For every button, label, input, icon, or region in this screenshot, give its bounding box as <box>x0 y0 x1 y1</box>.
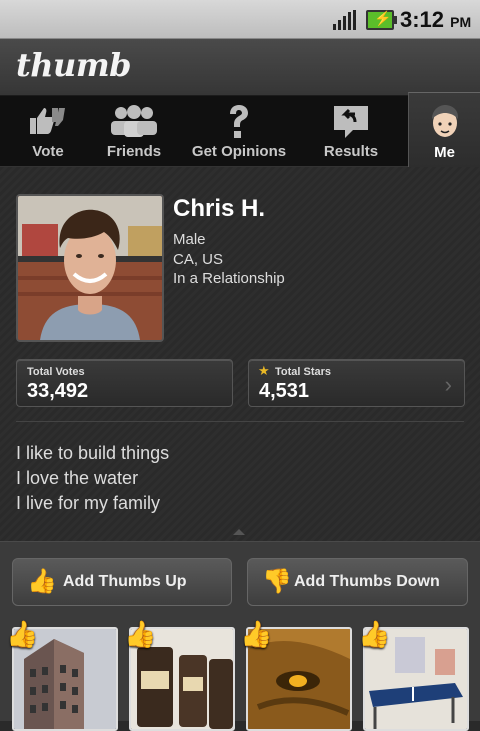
me-icon <box>431 105 458 137</box>
tab-bar: Vote Friends Get Opinions Results Me <box>0 92 480 167</box>
expand-caret-icon[interactable] <box>233 529 245 535</box>
total-votes-box: Total Votes 33,492 <box>16 359 233 407</box>
thumbs-up-badge-icon: 👍 <box>240 619 273 649</box>
app-logo: thumb <box>16 46 132 84</box>
app-bar: thumb <box>0 39 480 96</box>
profile-gender: Male <box>173 231 206 248</box>
thumbs-up-badge-icon: 👍 <box>358 619 391 649</box>
profile-photo-image <box>18 196 162 340</box>
bio-line: I like to build things <box>16 443 170 463</box>
divider <box>16 421 464 422</box>
results-icon <box>334 106 368 138</box>
profile-relationship: In a Relationship <box>173 270 285 287</box>
tab-vote[interactable]: Vote <box>0 96 96 166</box>
thumbs-down-icon: 👎 <box>262 568 292 595</box>
add-thumbs-down-label: Add Thumbs Down <box>294 573 440 590</box>
vote-icon <box>30 108 65 134</box>
add-thumbs-down-button[interactable]: 👎 Add Thumbs Down <box>247 558 468 606</box>
tab-me-label: Me <box>434 144 455 161</box>
signal-icon <box>333 10 359 30</box>
bio-line: I live for my family <box>16 493 161 513</box>
thumbs-up-badge-icon: 👍 <box>124 619 157 649</box>
total-stars-label: Total Stars <box>275 366 332 378</box>
chevron-right-icon: › <box>444 372 452 397</box>
thumbs-gallery: 👍 👍 👍 👍 <box>0 619 480 731</box>
profile-location: CA, US <box>173 250 224 268</box>
profile-details: Male CA, US In a Relationship <box>173 230 285 289</box>
tab-results-label: Results <box>323 143 379 160</box>
battery-icon: ⚡ <box>366 10 397 30</box>
tab-me[interactable]: Me <box>408 92 480 167</box>
profile-name: Chris H. <box>173 195 266 222</box>
tab-get-opinions[interactable]: Get Opinions <box>176 96 302 166</box>
tab-friends-label: Friends <box>106 143 162 160</box>
total-votes-value: 33,492 <box>27 380 89 402</box>
tab-get-opinions-label: Get Opinions <box>191 143 287 160</box>
thumbs-up-badge-icon: 👍 <box>6 619 39 649</box>
add-thumbs-up-button[interactable]: 👍 Add Thumbs Up <box>12 558 232 606</box>
add-thumbs-up-label: Add Thumbs Up <box>63 573 187 590</box>
status-bar: ⚡ 3:12 PM <box>0 0 480 39</box>
question-icon <box>230 105 248 138</box>
tab-friends[interactable]: Friends <box>96 96 172 166</box>
star-icon: ★ <box>258 363 270 378</box>
action-bar: 👍 Add Thumbs Up 👎 Add Thumbs Down 👍 👍 👍 … <box>0 541 480 731</box>
profile-bio: I like to build things I love the water … <box>16 441 169 516</box>
friends-icon <box>111 105 157 137</box>
profile-photo[interactable] <box>16 194 164 342</box>
thumbs-up-icon: 👍 <box>27 568 57 595</box>
clock-ampm: PM <box>450 14 472 30</box>
clock-time: 3:12 <box>400 7 445 32</box>
bio-line: I love the water <box>16 468 139 488</box>
profile-content: Chris H. Male CA, US In a Relationship T… <box>0 167 480 731</box>
total-votes-label: Total Votes <box>27 366 85 378</box>
total-stars-value: 4,531 <box>259 380 310 402</box>
total-stars-box[interactable]: Total Stars ★ 4,531 › <box>248 359 465 407</box>
tab-vote-label: Vote <box>32 143 64 160</box>
tab-results[interactable]: Results <box>308 96 394 166</box>
clock: 3:12 PM <box>400 7 471 33</box>
